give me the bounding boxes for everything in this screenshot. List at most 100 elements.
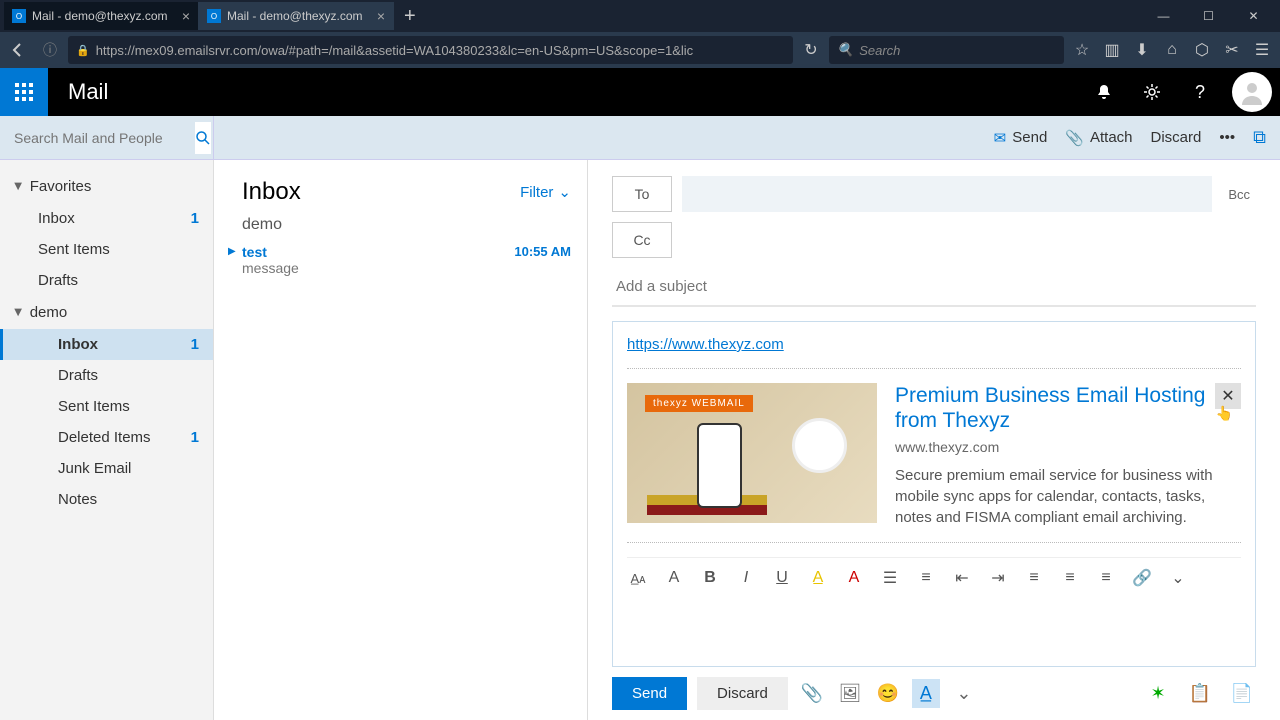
message-body[interactable]: https://www.thexyz.com thexyz WEBMAIL Pr… xyxy=(612,321,1256,667)
tab-close-icon[interactable]: × xyxy=(377,8,385,24)
outdent-button[interactable]: ⇤ xyxy=(951,568,973,588)
folder-inbox[interactable]: Inbox 1 xyxy=(0,203,213,234)
folder-name: Drafts xyxy=(38,272,78,289)
cc-button[interactable]: Cc xyxy=(612,222,672,258)
favorites-header[interactable]: ▶ Favorites xyxy=(0,170,213,203)
italic-button[interactable]: I xyxy=(735,569,757,587)
subject-input[interactable] xyxy=(612,268,1256,307)
align-right-button[interactable]: ≡ xyxy=(1095,569,1117,587)
to-button[interactable]: To xyxy=(612,176,672,212)
preview-image: thexyz WEBMAIL xyxy=(627,383,877,523)
more-options-icon[interactable]: ⌄ xyxy=(950,683,978,704)
bullet-list-button[interactable]: ☰ xyxy=(879,568,901,588)
browser-tab-active[interactable]: O Mail - demo@thexyz.com × xyxy=(199,2,394,30)
send-button[interactable]: ✉ Send xyxy=(994,129,1048,147)
align-center-button[interactable]: ≡ xyxy=(1059,569,1081,587)
message-time: 10:55 AM xyxy=(514,244,571,260)
message-item[interactable]: ▶ test 10:55 AM message xyxy=(242,240,571,280)
pocket-icon[interactable]: ⬡ xyxy=(1188,36,1216,64)
bookmark-icon[interactable]: ☆ xyxy=(1068,36,1096,64)
chevron-down-icon: ⌄ xyxy=(558,183,571,201)
extension-icon[interactable]: ✂ xyxy=(1218,36,1246,64)
filter-label: Filter xyxy=(520,184,553,201)
font-size-button[interactable]: A xyxy=(663,569,685,587)
body-link[interactable]: https://www.thexyz.com xyxy=(627,336,784,353)
discard-label: Discard xyxy=(1151,129,1202,146)
maximize-button[interactable]: ☐ xyxy=(1186,2,1231,30)
account-label: demo xyxy=(30,304,68,321)
attach-icon[interactable]: 📎 xyxy=(798,683,826,704)
reload-button[interactable]: ↻ xyxy=(797,36,825,64)
new-tab-button[interactable]: + xyxy=(394,5,426,28)
menu-icon[interactable]: ☰ xyxy=(1248,36,1276,64)
bcc-button[interactable]: Bcc xyxy=(1222,187,1256,202)
link-button[interactable]: 🔗 xyxy=(1131,568,1153,588)
popout-button[interactable]: ⧉ xyxy=(1253,127,1266,148)
minimize-button[interactable]: — xyxy=(1141,2,1186,30)
search-button[interactable] xyxy=(195,122,211,154)
attach-button[interactable]: 📎 Attach xyxy=(1065,129,1132,147)
close-window-button[interactable]: ✕ xyxy=(1231,2,1276,30)
highlight-button[interactable]: A̲ xyxy=(807,569,829,587)
preview-domain: www.thexyz.com xyxy=(895,439,1241,455)
addin-icon[interactable]: ✶ xyxy=(1144,683,1172,704)
signature-icon[interactable]: 📄 xyxy=(1228,683,1256,704)
folder-drafts[interactable]: Drafts xyxy=(0,265,213,296)
template-icon[interactable]: 📋 xyxy=(1186,683,1214,704)
folder-name: Inbox xyxy=(38,210,75,227)
filter-button[interactable]: Filter ⌄ xyxy=(520,183,571,201)
send-button-footer[interactable]: Send xyxy=(612,677,687,710)
folder-name: Sent Items xyxy=(58,398,130,415)
number-list-button[interactable]: ≡ xyxy=(915,569,937,587)
discard-button[interactable]: Discard xyxy=(1151,129,1202,146)
emoji-icon[interactable]: 😊 xyxy=(874,683,902,704)
download-icon[interactable]: ⬇ xyxy=(1128,36,1156,64)
align-left-button[interactable]: ≡ xyxy=(1023,569,1045,587)
folder-sent-items[interactable]: Sent Items xyxy=(0,391,213,422)
font-color-button[interactable]: A xyxy=(843,569,865,587)
search-area xyxy=(0,116,214,159)
underline-button[interactable]: U xyxy=(771,569,793,587)
home-icon[interactable]: ⌂ xyxy=(1158,36,1186,64)
folder-junk-email[interactable]: Junk Email xyxy=(0,453,213,484)
link-preview-card: thexyz WEBMAIL Premium Business Email Ho… xyxy=(627,383,1241,528)
search-input[interactable] xyxy=(14,130,195,146)
folder-sent-items[interactable]: Sent Items xyxy=(0,234,213,265)
folder-drafts[interactable]: Drafts xyxy=(0,360,213,391)
to-input[interactable] xyxy=(682,176,1212,212)
identity-icon[interactable]: ⓘ xyxy=(36,36,64,64)
bold-button[interactable]: B xyxy=(699,569,721,587)
font-face-button[interactable]: A̲ᴀ xyxy=(627,571,649,586)
folder-count: 1 xyxy=(191,429,199,446)
search-placeholder: Search xyxy=(859,43,900,58)
browser-tab[interactable]: O Mail - demo@thexyz.com × xyxy=(4,2,199,30)
indent-button[interactable]: ⇥ xyxy=(987,568,1009,588)
nav-bar: ⓘ 🔒 https://mex09.emailsrvr.com/owa/#pat… xyxy=(0,32,1280,68)
folder-deleted-items[interactable]: Deleted Items 1 xyxy=(0,422,213,453)
more-actions-button[interactable]: ••• xyxy=(1219,129,1235,146)
tab-close-icon[interactable]: × xyxy=(182,8,190,24)
help-icon[interactable]: ? xyxy=(1176,68,1224,116)
discard-button-footer[interactable]: Discard xyxy=(697,677,788,710)
format-toolbar: A̲ᴀ A B I U A̲ A ☰ ≡ ⇤ ⇥ ≡ ≡ ≡ 🔗 ⌄ xyxy=(627,557,1241,598)
app-launcher-button[interactable] xyxy=(0,68,48,116)
divider xyxy=(627,368,1241,369)
folder-name: Notes xyxy=(58,491,97,508)
notifications-icon[interactable] xyxy=(1080,68,1128,116)
more-format-button[interactable]: ⌄ xyxy=(1167,568,1189,588)
folder-notes[interactable]: Notes xyxy=(0,484,213,515)
back-button[interactable] xyxy=(4,36,32,64)
insert-picture-icon[interactable]: 🖼 xyxy=(836,683,864,704)
browser-search[interactable]: 🔍 Search xyxy=(829,36,1064,64)
lock-icon: 🔒 xyxy=(76,44,90,57)
format-toggle-icon[interactable]: A̲ xyxy=(912,679,940,708)
folder-name: Inbox xyxy=(58,336,98,353)
url-bar[interactable]: 🔒 https://mex09.emailsrvr.com/owa/#path=… xyxy=(68,36,793,64)
library-icon[interactable]: ▥ xyxy=(1098,36,1126,64)
folder-sidebar: ▶ Favorites Inbox 1 Sent Items Drafts ▶ … xyxy=(0,160,214,720)
settings-icon[interactable] xyxy=(1128,68,1176,116)
folder-inbox-selected[interactable]: Inbox 1 xyxy=(0,329,213,360)
user-avatar[interactable] xyxy=(1232,72,1272,112)
account-header[interactable]: ▶ demo xyxy=(0,296,213,329)
divider xyxy=(627,542,1241,543)
